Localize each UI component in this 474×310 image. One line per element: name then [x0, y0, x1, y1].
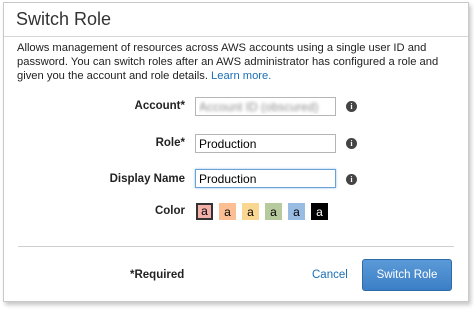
- switch-role-dialog: Switch Role Allows management of resourc…: [3, 2, 469, 302]
- color-swatch[interactable]: a: [196, 203, 213, 220]
- footer-divider: [18, 246, 454, 247]
- role-field[interactable]: [195, 134, 336, 153]
- cancel-button[interactable]: Cancel: [312, 269, 348, 281]
- color-swatch[interactable]: a: [242, 203, 259, 220]
- color-swatch[interactable]: a: [288, 203, 305, 220]
- account-field[interactable]: [195, 97, 336, 116]
- display-name-label: Display Name: [109, 173, 185, 185]
- color-swatch[interactable]: a: [265, 203, 282, 220]
- color-swatch[interactable]: a: [311, 203, 328, 220]
- switch-role-button[interactable]: Switch Role: [362, 259, 452, 291]
- role-label: Role*: [155, 137, 185, 149]
- account-info-icon[interactable]: i: [346, 101, 357, 112]
- dialog-header: Switch Role: [4, 3, 468, 37]
- dialog-title: Switch Role: [16, 9, 112, 29]
- display-name-info-icon[interactable]: i: [346, 174, 357, 185]
- color-label: Color: [154, 205, 185, 217]
- account-label: Account*: [134, 100, 185, 112]
- color-swatch[interactable]: a: [219, 203, 236, 220]
- display-name-field[interactable]: [195, 169, 336, 188]
- required-note: *Required: [130, 269, 185, 281]
- dialog-description: Allows management of resources across AW…: [17, 41, 462, 83]
- learn-more-link[interactable]: Learn more.: [211, 70, 271, 82]
- role-info-icon[interactable]: i: [346, 138, 357, 149]
